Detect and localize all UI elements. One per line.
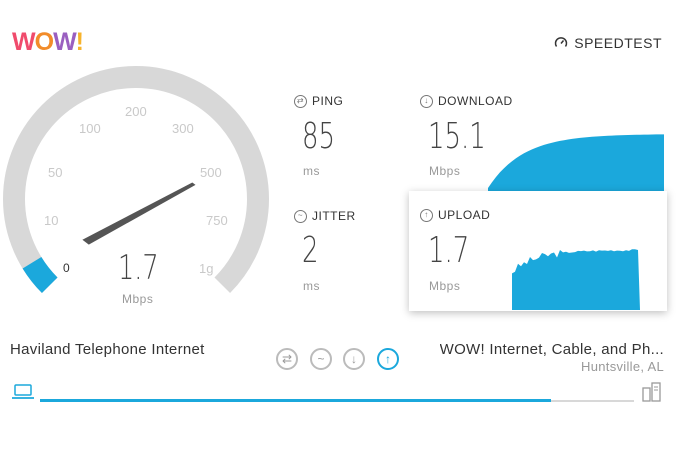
gauge-scale-zero: 0 [63, 261, 70, 275]
ping-value: 85 [302, 116, 335, 157]
gauge-scale-label: 500 [200, 165, 222, 180]
upload-area [512, 249, 640, 310]
progress-fill [40, 399, 551, 402]
server-location: Huntsville, AL [581, 359, 664, 374]
gauge-speed-value: 1.7 [118, 248, 159, 288]
logo-letter: ! [75, 28, 84, 56]
download-value: 15.1 [428, 116, 486, 157]
download-unit: Mbps [429, 164, 461, 178]
logo-letter: O [34, 28, 54, 56]
speedtest-link[interactable]: SPEEDTEST [554, 35, 662, 51]
speedtest-page: WOW! SPEEDTEST 10 50 100 200 300 500 750… [0, 0, 678, 452]
ping-step-button[interactable]: ⇄ [276, 348, 298, 370]
swap-arrows-icon: ⇄ [281, 352, 293, 366]
gauge-scale-label: 1g [199, 261, 214, 276]
upload-unit: Mbps [429, 279, 461, 293]
ping-label-text: PING [312, 94, 344, 108]
download-area [488, 134, 664, 198]
laptop-icon [12, 384, 34, 399]
ping-unit: ms [303, 164, 320, 178]
download-graph [488, 134, 664, 198]
upload-graph [512, 249, 640, 310]
gauge-fill [22, 256, 58, 294]
jitter-unit: ms [303, 279, 320, 293]
jitter-value: 2 [302, 230, 319, 271]
gauge-needle [82, 182, 196, 245]
logo-letter: W [53, 28, 77, 56]
gauge-scale-label: 50 [48, 165, 63, 180]
gauge-scale-label: 300 [172, 121, 194, 136]
server-name[interactable]: WOW! Internet, Cable, and Ph... [440, 341, 664, 358]
ping-label: ⇄ PING [294, 94, 343, 108]
jitter-icon: ~ [294, 209, 307, 223]
gauge-scale-label: 200 [125, 104, 147, 119]
gauge-speed-unit: Mbps [122, 292, 154, 306]
jitter-label-text: JITTER [312, 209, 356, 223]
gauge-scale-label: 10 [44, 213, 59, 228]
download-step-button[interactable]: ↓ [343, 348, 365, 370]
upload-label: ↑ UPLOAD [420, 208, 490, 222]
upload-arrow-icon: ↑ [420, 208, 433, 222]
up-arrow-icon: ↑ [385, 352, 391, 366]
download-arrow-icon: ↓ [420, 94, 433, 108]
speedometer-icon [555, 37, 568, 47]
upload-value: 1.7 [428, 230, 470, 271]
speedtest-label: SPEEDTEST [574, 35, 662, 51]
gauge-scale-label: 750 [206, 213, 228, 228]
jitter-step-button[interactable]: ~ [310, 348, 332, 370]
upload-step-button[interactable]: ↑ [377, 348, 399, 370]
ping-icon: ⇄ [294, 94, 307, 108]
down-arrow-icon: ↓ [351, 352, 357, 366]
wave-icon: ~ [317, 352, 325, 366]
wow-logo[interactable]: WOW! [12, 28, 84, 57]
logo-letter: W [12, 28, 36, 56]
download-label-text: DOWNLOAD [438, 94, 513, 108]
server-icon [642, 382, 661, 402]
download-label: ↓ DOWNLOAD [420, 94, 513, 108]
isp-name[interactable]: Haviland Telephone Internet [10, 341, 205, 358]
upload-label-text: UPLOAD [438, 208, 491, 222]
gauge-scale-label: 100 [79, 121, 101, 136]
test-progress-bar [40, 399, 634, 402]
jitter-label: ~ JITTER [294, 209, 356, 223]
